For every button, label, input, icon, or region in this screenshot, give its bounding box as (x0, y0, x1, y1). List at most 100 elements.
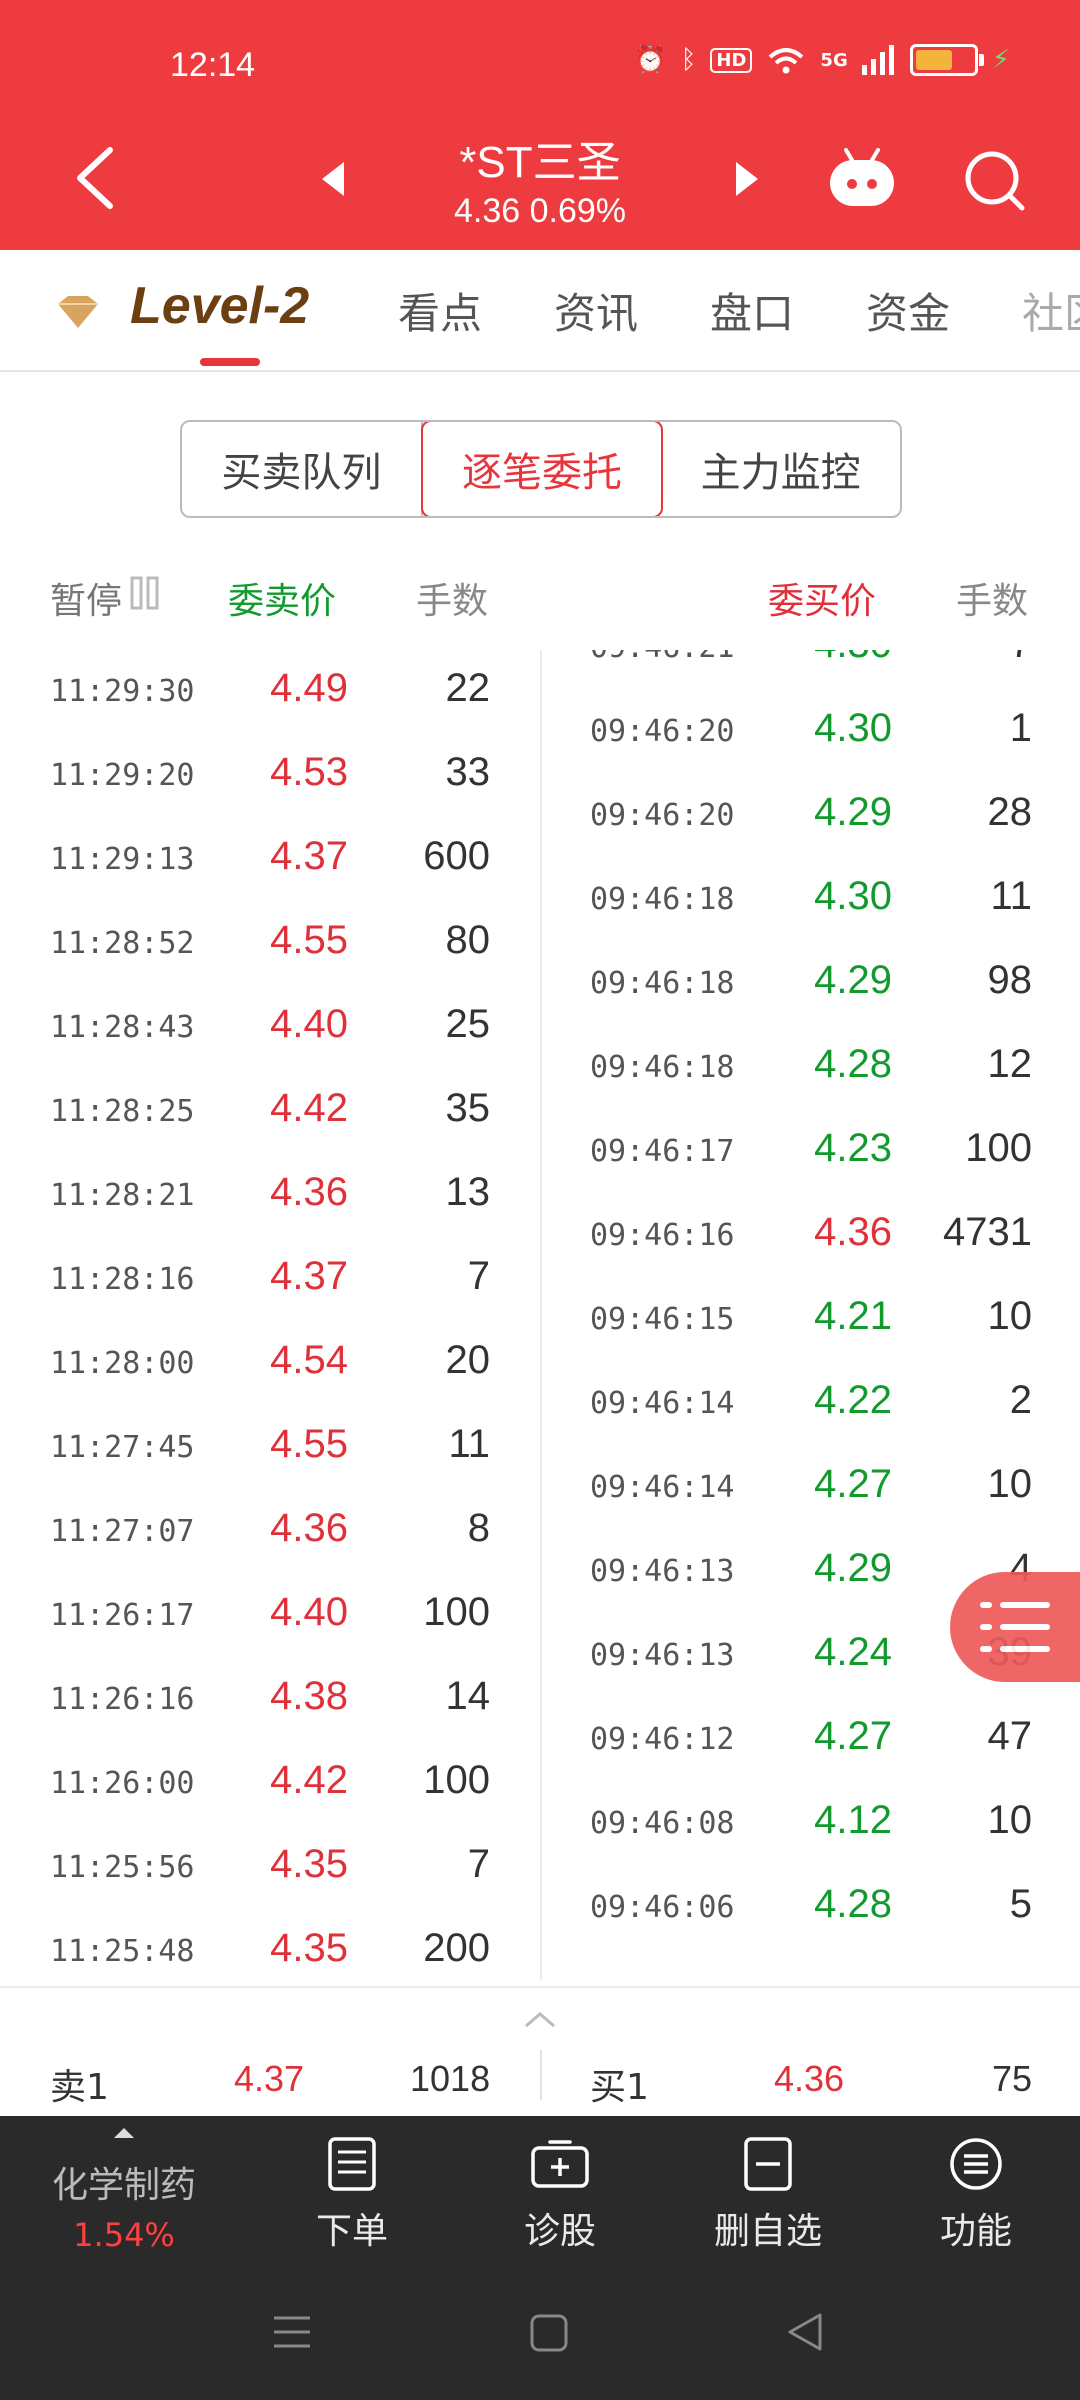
tab-level2[interactable]: Level-2 (130, 276, 309, 336)
buy1-label: 买1 (590, 2067, 649, 2108)
sell1-price: 4.37 (234, 2058, 305, 2099)
sell-order-time: 11:28:52 (50, 926, 195, 961)
functions-button[interactable]: 功能 (896, 2116, 1056, 2270)
sell-order-qty: 100 (423, 1758, 490, 1802)
sector-button[interactable]: 化学制药 1.54% (44, 2116, 204, 2270)
sell-order-qty: 33 (445, 750, 491, 794)
segment-queue[interactable]: 买卖队列 (182, 422, 423, 516)
buy-order-price: 4.27 (814, 1462, 892, 1506)
tab-news[interactable]: 资讯 (554, 280, 638, 341)
buy-order-row: 09:46:20 4.30 1 (542, 684, 1080, 768)
buy-order-row: 09:46:06 4.28 5 (542, 1860, 1080, 1944)
pause-icon[interactable] (130, 576, 160, 610)
sell-order-price: 4.36 (270, 1170, 348, 1214)
buy-order-qty: 10 (987, 1462, 1033, 1506)
buy-order-qty: 100 (965, 1126, 1032, 1170)
active-tab-indicator (200, 358, 260, 366)
buy-order-row: 09:46:14 4.22 2 (542, 1356, 1080, 1440)
buy-order-qty: 10 (987, 1798, 1033, 1842)
sell-order-row: 11:27:07 4.36 8 (0, 1484, 540, 1568)
tab-highlights[interactable]: 看点 (398, 280, 482, 341)
pause-label[interactable]: 暂停 (50, 572, 122, 624)
buy-order-price: 4.28 (814, 1882, 892, 1926)
charging-icon: ⚡ (991, 45, 1010, 75)
buy-order-time: 09:46:16 (590, 1218, 735, 1253)
stock-price-change: 4.36 0.69% (453, 192, 627, 230)
sell-order-qty: 35 (445, 1086, 491, 1130)
sell-order-qty: 11 (448, 1422, 490, 1466)
home-nav-icon[interactable] (530, 2314, 568, 2352)
tab-community[interactable]: 社区 (1022, 280, 1080, 341)
buy-order-price: 4.29 (814, 790, 892, 834)
segment-main-monitor[interactable]: 主力监控 (661, 422, 900, 516)
buy-order-price: 4.27 (814, 1714, 892, 1758)
search-icon[interactable] (962, 148, 1028, 214)
sell-order-time: 11:28:43 (50, 1010, 195, 1045)
order-label: 下单 (315, 2211, 388, 2252)
sell-order-qty: 80 (445, 918, 491, 962)
sell-order-row: 11:29:13 4.37 600 (0, 812, 540, 896)
segment-tick-orders[interactable]: 逐笔委托 (420, 422, 664, 516)
sell-order-time: 11:25:48 (50, 1934, 195, 1969)
buy-order-time: 09:46:13 (590, 1554, 735, 1589)
sell-order-row: 11:25:56 4.35 7 (0, 1820, 540, 1904)
sell-order-price: 4.40 (270, 1590, 348, 1634)
quote-divider (540, 2050, 542, 2100)
sell-order-time: 11:27:45 (50, 1430, 195, 1465)
sell-order-price: 4.37 (270, 1254, 348, 1298)
sell-order-row: 11:25:48 4.35 200 (0, 1904, 540, 1980)
sell-order-price: 4.35 (270, 1842, 348, 1886)
sell-order-time: 11:27:07 (50, 1514, 195, 1549)
sell-qty-header: 手数 (416, 581, 489, 622)
buy-order-price: 4.29 (814, 958, 892, 1002)
buy-order-row: 09:46:20 4.29 28 (542, 768, 1080, 852)
sell-order-time: 11:29:20 (50, 758, 195, 793)
buy-order-row: 09:46:18 4.30 11 (542, 852, 1080, 936)
sell-order-qty: 20 (445, 1338, 491, 1382)
sell-order-price: 4.42 (270, 1758, 348, 1802)
sell-order-price: 4.37 (270, 834, 348, 878)
order-form-icon (328, 2137, 376, 2191)
tab-row: Level-2 看点 资讯 盘口 资金 社区 (0, 250, 1080, 372)
buy-order-row: 09:46:18 4.28 12 (542, 1020, 1080, 1104)
buy-order-price: 4.29 (814, 1546, 892, 1590)
buy-order-row: 09:46:17 4.23 100 (542, 1104, 1080, 1188)
buy-order-price: 4.30 (814, 706, 892, 750)
buy-order-time: 09:46:14 (590, 1470, 735, 1505)
sell-order-row: 11:28:52 4.55 80 (0, 896, 540, 980)
sell-order-time: 11:26:00 (50, 1766, 195, 1801)
buy-order-row: 09:46:15 4.21 10 (542, 1272, 1080, 1356)
buy-orders-list[interactable]: 09:46:214.30709:46:204.30109:46:204.2928… (540, 650, 1080, 1980)
next-stock-icon[interactable] (732, 160, 762, 198)
sell-order-time: 11:25:56 (50, 1850, 195, 1885)
tab-orderbook[interactable]: 盘口 (710, 280, 794, 341)
sell-order-qty: 22 (445, 666, 491, 710)
sector-name: 化学制药 (51, 2165, 196, 2206)
tab-funds[interactable]: 资金 (866, 280, 950, 341)
sell-order-qty: 25 (445, 1002, 491, 1046)
sell-order-time: 11:29:30 (50, 674, 195, 709)
remove-watchlist-button[interactable]: 删自选 (688, 2116, 848, 2270)
buy-order-time: 09:46:14 (590, 1386, 735, 1421)
chevron-up-icon[interactable] (522, 2010, 558, 2030)
bluetooth-icon: ᛒ (680, 45, 697, 75)
buy-order-row: 09:46:08 4.12 10 (542, 1776, 1080, 1860)
sector-change: 1.54% (73, 2216, 175, 2254)
buy-order-time: 09:46:20 (590, 714, 735, 749)
sell-order-qty: 13 (445, 1170, 491, 1214)
back-nav-icon[interactable] (786, 2312, 824, 2352)
alarm-icon: ⏰ (634, 45, 667, 75)
order-button[interactable]: 下单 (272, 2116, 432, 2270)
buy-order-time: 09:46:06 (590, 1890, 735, 1925)
network-type: 5G (820, 49, 848, 71)
menu-nav-icon[interactable] (272, 2314, 312, 2350)
floating-menu-button[interactable] (950, 1572, 1080, 1682)
robot-assistant-icon[interactable] (824, 146, 900, 212)
sell-order-price: 4.38 (270, 1674, 348, 1718)
buy-order-price: 4.30 (814, 874, 892, 918)
sell-orders-list[interactable]: 11:29:30 4.49 22 11:29:20 4.53 33 11:29:13 4.37… (0, 650, 540, 1980)
diagnose-button[interactable]: 诊股 (480, 2116, 640, 2270)
sell-order-time: 11:28:16 (50, 1262, 195, 1297)
sell-order-qty: 7 (467, 1842, 490, 1886)
sell-order-row: 11:28:21 4.36 13 (0, 1148, 540, 1232)
